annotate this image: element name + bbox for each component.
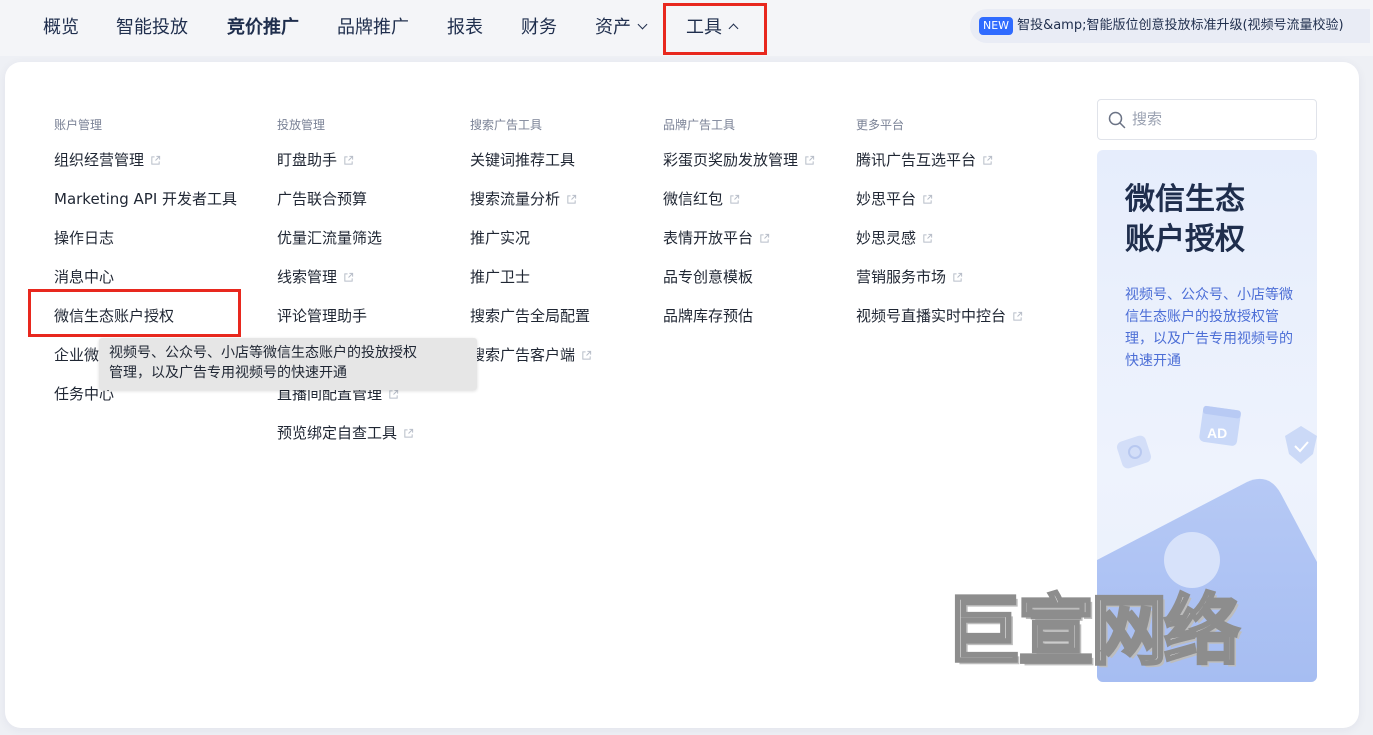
- promo-title-line: 微信生态: [1125, 182, 1245, 217]
- menu-item-marketing-api[interactable]: Marketing API 开发者工具: [54, 188, 237, 227]
- menu-item-label: 营销服务市场: [856, 268, 947, 286]
- menu-item-traffic-filter[interactable]: 优量汇流量筛选: [277, 227, 414, 266]
- highlight-box-wechat-auth: [28, 289, 241, 337]
- menu-item-easter-egg-rewards[interactable]: 彩蛋页奖励发放管理: [663, 149, 815, 188]
- heart-shield-icon: [1285, 426, 1317, 464]
- menu-item-preview-binding-check[interactable]: 预览绑定自查工具: [277, 422, 414, 461]
- menu-item-label: 微信红包: [663, 190, 724, 208]
- menu-item-search-global-config[interactable]: 搜索广告全局配置: [470, 305, 592, 344]
- external-link-icon: [344, 155, 354, 165]
- ad-badge-icon: AD: [1199, 405, 1241, 446]
- menu-item-label: 腾讯广告互选平台: [856, 151, 977, 169]
- promo-description: 视频号、公众号、小店等微信生态账户的投放授权管理，以及广告专用视频号的快速开通: [1125, 287, 1293, 369]
- menu-item-label: 组织经营管理: [54, 151, 145, 169]
- external-link-icon: [805, 155, 815, 165]
- search-input[interactable]: 搜索: [1097, 99, 1317, 140]
- column-title: 投放管理: [277, 118, 326, 132]
- top-nav: 概览 智能投放 竞价推广 品牌推广 报表 财务 资产 工具 NEW 智投&amp;…: [0, 0, 1373, 56]
- nav-bidding-promotion[interactable]: 竞价推广: [227, 16, 299, 40]
- menu-item-label: 搜索广告客户端: [470, 346, 576, 364]
- menu-item-joint-budget[interactable]: 广告联合预算: [277, 188, 414, 227]
- external-link-icon: [760, 233, 770, 243]
- menu-item-tencent-mutual-select[interactable]: 腾讯广告互选平台: [856, 149, 1023, 188]
- external-link-icon: [404, 428, 414, 438]
- nav-assets[interactable]: 资产: [595, 16, 648, 40]
- external-link-icon: [953, 272, 963, 282]
- menu-item-label: 彩蛋页奖励发放管理: [663, 151, 799, 169]
- menu-item-brand-creative-template[interactable]: 品专创意模板: [663, 266, 815, 305]
- nav-overview[interactable]: 概览: [43, 16, 79, 40]
- menu-item-keyword-recommend[interactable]: 关键词推荐工具: [470, 149, 592, 188]
- external-link-icon: [582, 350, 592, 360]
- column-more-platforms: 更多平台 腾讯广告互选平台 妙思平台 妙思灵感 营销服务市场 视频号直播实时中控…: [856, 117, 1023, 344]
- nav-reports[interactable]: 报表: [447, 16, 483, 40]
- menu-item-live-promotion[interactable]: 推广实况: [470, 227, 592, 266]
- menu-item-label: 视频号直播实时中控台: [856, 307, 1007, 325]
- chevron-down-icon: [637, 19, 648, 29]
- menu-item-monitor-assistant[interactable]: 盯盘助手: [277, 149, 414, 188]
- promo-title-line: 账户授权: [1125, 222, 1245, 257]
- new-badge: NEW: [979, 17, 1014, 35]
- column-title: 搜索广告工具: [470, 118, 543, 132]
- menu-item-label: 搜索流量分析: [470, 190, 561, 208]
- external-link-icon: [151, 155, 161, 165]
- nav-finance[interactable]: 财务: [521, 16, 557, 40]
- column-title: 更多平台: [856, 118, 905, 132]
- column-delivery-management: 投放管理 盯盘助手 广告联合预算 优量汇流量筛选 线索管理 评论管理助手 直播间…: [277, 117, 414, 461]
- column-title: 品牌广告工具: [663, 118, 736, 132]
- external-link-icon: [389, 389, 399, 399]
- column-search-ad-tools: 搜索广告工具 关键词推荐工具 搜索流量分析 推广实况 推广卫士 搜索广告全局配置…: [470, 117, 592, 383]
- external-link-icon: [1013, 311, 1023, 321]
- nav-assets-label: 资产: [595, 17, 631, 38]
- menu-item-label: 线索管理: [277, 268, 338, 286]
- tooltip-wechat-auth: 视频号、公众号、小店等微信生态账户的投放授权 管理，以及广告专用视频号的快速开通: [99, 338, 477, 390]
- menu-item-operation-log[interactable]: 操作日志: [54, 227, 237, 266]
- menu-item-live-control-console[interactable]: 视频号直播实时中控台: [856, 305, 1023, 344]
- chat-bubble-icon: [1116, 435, 1152, 469]
- menu-item-label: 表情开放平台: [663, 229, 754, 247]
- search-placeholder: 搜索: [1132, 110, 1163, 128]
- external-link-icon: [923, 233, 933, 243]
- menu-item-sticker-platform[interactable]: 表情开放平台: [663, 227, 815, 266]
- external-link-icon: [730, 194, 740, 204]
- menu-item-label: 妙思灵感: [856, 229, 917, 247]
- menu-item-search-traffic-analysis[interactable]: 搜索流量分析: [470, 188, 592, 227]
- menu-item-search-client[interactable]: 搜索广告客户端: [470, 344, 592, 383]
- menu-item-marketing-market[interactable]: 营销服务市场: [856, 266, 1023, 305]
- menu-item-label: 盯盘助手: [277, 151, 338, 169]
- column-brand-ad-tools: 品牌广告工具 彩蛋页奖励发放管理 微信红包 表情开放平台 品专创意模板 品牌库存…: [663, 117, 815, 344]
- external-link-icon: [567, 194, 577, 204]
- tooltip-line: 管理，以及广告专用视频号的快速开通: [109, 365, 347, 381]
- external-link-icon: [983, 155, 993, 165]
- highlight-box-tools: [663, 3, 767, 55]
- watermark: 巨宣网络: [944, 586, 1242, 675]
- menu-item-label: 预览绑定自查工具: [277, 424, 398, 442]
- menu-item-org-management[interactable]: 组织经营管理: [54, 149, 237, 188]
- search-icon: [1108, 111, 1126, 129]
- external-link-icon: [923, 194, 933, 204]
- menu-item-label: 妙思平台: [856, 190, 917, 208]
- menu-item-wechat-red-packet[interactable]: 微信红包: [663, 188, 815, 227]
- menu-item-miaosi-platform[interactable]: 妙思平台: [856, 188, 1023, 227]
- menu-item-lead-management[interactable]: 线索管理: [277, 266, 414, 305]
- tooltip-line: 视频号、公众号、小店等微信生态账户的投放授权: [109, 345, 417, 361]
- announcement-text: 智投&amp;智能版位创意投放标准升级(视频号流量校验): [1017, 18, 1344, 33]
- promo-title: 微信生态 账户授权: [1125, 180, 1305, 260]
- menu-item-miaosi-inspiration[interactable]: 妙思灵感: [856, 227, 1023, 266]
- announcement-bar[interactable]: NEW 智投&amp;智能版位创意投放标准升级(视频号流量校验): [970, 9, 1370, 43]
- menu-item-promotion-guard[interactable]: 推广卫士: [470, 266, 592, 305]
- external-link-icon: [344, 272, 354, 282]
- nav-smart-delivery[interactable]: 智能投放: [116, 16, 188, 40]
- nav-brand-promotion[interactable]: 品牌推广: [337, 16, 409, 40]
- column-title: 账户管理: [54, 118, 103, 132]
- ad-badge-label: AD: [1207, 425, 1227, 441]
- menu-item-brand-inventory-estimate[interactable]: 品牌库存预估: [663, 305, 815, 344]
